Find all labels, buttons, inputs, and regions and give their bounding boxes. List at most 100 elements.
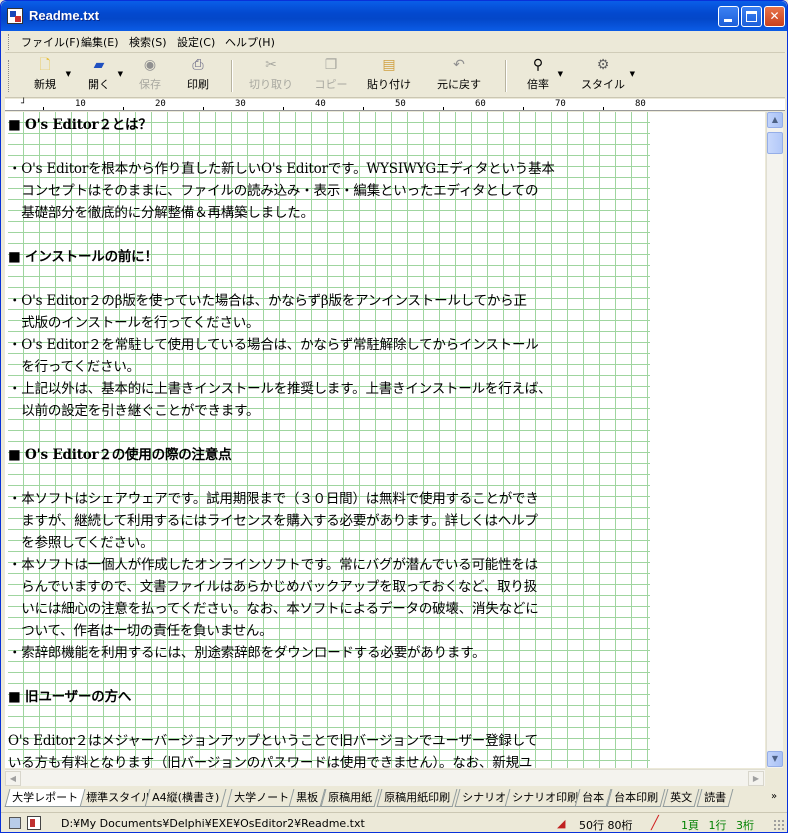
zoom-label: 倍率 — [527, 78, 549, 91]
style-tab-bar: 大学レポート 標準スタイル A4縦(横書き) 大学ノート 黒板 原稿用紙 原稿用… — [4, 787, 785, 809]
copy-button[interactable]: ❐ コピー — [311, 56, 351, 96]
text-editor[interactable]: ■ O's Editor２とは？ ・O's Editorを根本から作り直した新しい… — [5, 112, 765, 768]
scroll-right-arrow-icon: ▶ — [752, 774, 760, 783]
save-button[interactable]: ◉ 保存 — [133, 56, 167, 96]
scroll-up-arrow-icon: ▲ — [771, 115, 779, 124]
printer-icon: ⎙ — [192, 57, 204, 73]
style-tab[interactable]: 原稿用紙 — [320, 789, 380, 807]
tab-overflow-chevron-icon[interactable]: » — [771, 791, 777, 802]
cursor-line: 1行 — [708, 819, 727, 832]
ruler-tick — [203, 107, 204, 110]
ruler-tick — [43, 107, 44, 110]
menu-file[interactable]: ファイル(F) — [21, 34, 80, 50]
style-tab[interactable]: 英文 — [662, 789, 700, 807]
cut-button[interactable]: ✂ 切り取り — [245, 56, 297, 96]
undo-icon: ↶ — [453, 57, 465, 73]
minimize-button[interactable] — [718, 6, 739, 27]
paste-icon: ▤ — [382, 57, 396, 73]
style-tab[interactable]: 大学レポート — [4, 789, 86, 807]
status-bar: D:¥My Documents¥Delphi¥EXE¥OsEditor2¥Rea… — [1, 812, 787, 832]
ruler-number: 70 — [555, 99, 566, 109]
toolbar-grip[interactable] — [8, 60, 11, 92]
scroll-down-button[interactable]: ▼ — [767, 751, 783, 767]
ruler-tick — [123, 107, 124, 110]
ruler-number: 60 — [475, 99, 486, 109]
text-line: いる方も有料となります（旧バージョンのパスワードは使用できません）。なお、新規ユ — [8, 755, 533, 768]
ruler-tick — [283, 107, 284, 110]
open-button[interactable]: ▰ 開く ▼ — [83, 56, 123, 96]
text-line: らんでいますので、文書ファイルはあらかじめバックアップを取っておくなど、取り扱 — [8, 579, 538, 595]
style-tab[interactable]: シナリオ印刷 — [504, 789, 586, 807]
open-dropdown-arrow-icon[interactable]: ▼ — [118, 70, 123, 78]
menu-settings[interactable]: 設定(C) — [177, 34, 215, 50]
print-label: 印刷 — [187, 78, 209, 91]
text-line: ・本ソフトはシェアウェアです。試用期限まで（３０日間）は無料で使用することができ — [8, 491, 539, 507]
text-line: ・O's Editor２のβ版を使っていた場合は、かならずβ版をアンインストール… — [8, 293, 527, 309]
page-size: 50行 80桁 — [579, 819, 633, 832]
vertical-scrollbar[interactable]: ▲ ▼ — [766, 112, 783, 768]
text-line: 基礎部分を徹底的に分解整備＆再構築しました。 — [8, 205, 314, 221]
ruler-number: 80 — [635, 99, 646, 109]
cursor-page: 1頁 — [681, 819, 699, 832]
ruler[interactable]: ┘ 10 20 30 40 50 60 70 80 — [5, 99, 785, 111]
style-tab[interactable]: 読書 — [696, 789, 734, 807]
ruler-tick — [363, 107, 364, 110]
toolbar: 🗋 新規 ▼ ▰ 開く ▼ ◉ 保存 ⎙ 印刷 ✂ 切り取り ❐ コピー ▤ 貼… — [5, 54, 785, 98]
view-mode-icon[interactable] — [9, 817, 21, 829]
menu-search[interactable]: 検索(S) — [129, 34, 167, 50]
paste-button[interactable]: ▤ 貼り付け — [365, 56, 413, 96]
style-dropdown-arrow-icon[interactable]: ▼ — [630, 70, 635, 78]
section-heading: ■ O's Editor２の使用の際の注意点 — [8, 447, 232, 463]
title-bar[interactable]: Readme.txt ✕ — [1, 1, 787, 31]
scroll-thumb[interactable] — [767, 132, 783, 154]
window-title: Readme.txt — [29, 8, 100, 23]
style-tab[interactable]: 台本 — [574, 789, 612, 807]
text-line: O's Editor２はメジャーバージョンアップということで旧バージョンでユーザ… — [8, 733, 538, 749]
page-size-icon: ◢ — [557, 817, 566, 830]
copy-icon: ❐ — [324, 57, 338, 73]
style-tab[interactable]: 大学ノート — [226, 789, 297, 807]
paste-label: 貼り付け — [367, 78, 411, 91]
style-tab[interactable]: 黒板 — [288, 789, 326, 807]
menu-help[interactable]: ヘルプ(H) — [225, 34, 275, 50]
style-button[interactable]: ⚙ スタイル ▼ — [579, 56, 635, 96]
save-label: 保存 — [139, 78, 161, 91]
style-tab[interactable]: 台本印刷 — [606, 789, 666, 807]
toolbar-separator — [505, 60, 507, 92]
app-icon[interactable] — [7, 8, 23, 24]
document-style-icon[interactable] — [27, 816, 41, 830]
new-button[interactable]: 🗋 新規 ▼ — [27, 56, 71, 96]
scroll-up-button[interactable]: ▲ — [767, 112, 783, 128]
style-tab[interactable]: A4縦(横書き) — [144, 789, 227, 807]
zoom-dropdown-arrow-icon[interactable]: ▼ — [558, 70, 563, 78]
new-dropdown-arrow-icon[interactable]: ▼ — [66, 70, 71, 78]
ruler-tick — [443, 107, 444, 110]
style-tab[interactable]: 原稿用紙印刷 — [376, 789, 458, 807]
section-heading: ■ インストールの前に！ — [8, 249, 158, 265]
text-line: ついて、作者は一切の責任を負いません。 — [8, 623, 273, 639]
open-label: 開く — [88, 78, 110, 91]
zoom-button[interactable]: ⚲ 倍率 ▼ — [521, 56, 563, 96]
ruler-number: 40 — [315, 99, 326, 109]
undo-label: 元に戻す — [437, 78, 481, 91]
text-line: 式版のインストールを行ってください。 — [8, 315, 260, 331]
text-line: 以前の設定を引き継ぐことができます。 — [8, 403, 260, 419]
text-line: ・上記以外は、基本的に上書きインストールを推奨します。上書きインストールを行えば… — [8, 381, 552, 397]
maximize-button[interactable] — [741, 6, 762, 27]
file-path: D:¥My Documents¥Delphi¥EXE¥OsEditor2¥Rea… — [61, 817, 365, 830]
new-document-icon: 🗋 — [39, 57, 51, 73]
ruler-tick — [523, 107, 524, 110]
print-button[interactable]: ⎙ 印刷 — [181, 56, 215, 96]
close-button[interactable]: ✕ — [764, 6, 785, 27]
undo-button[interactable]: ↶ 元に戻す — [433, 56, 485, 96]
menu-edit[interactable]: 編集(E) — [81, 34, 119, 50]
menu-grip[interactable] — [8, 34, 11, 50]
scroll-right-button[interactable]: ▶ — [748, 771, 764, 786]
ruler-indent-marker[interactable]: ┘ — [21, 99, 26, 109]
ruler-number: 50 — [395, 99, 406, 109]
text-line: ・O's Editor２を常駐して使用している場合は、かならず常駐解除してからイ… — [8, 337, 539, 353]
horizontal-scrollbar[interactable]: ◀ ▶ — [5, 769, 765, 786]
scroll-left-button[interactable]: ◀ — [5, 771, 21, 786]
resize-grip[interactable] — [773, 819, 785, 831]
save-icon: ◉ — [143, 57, 157, 73]
